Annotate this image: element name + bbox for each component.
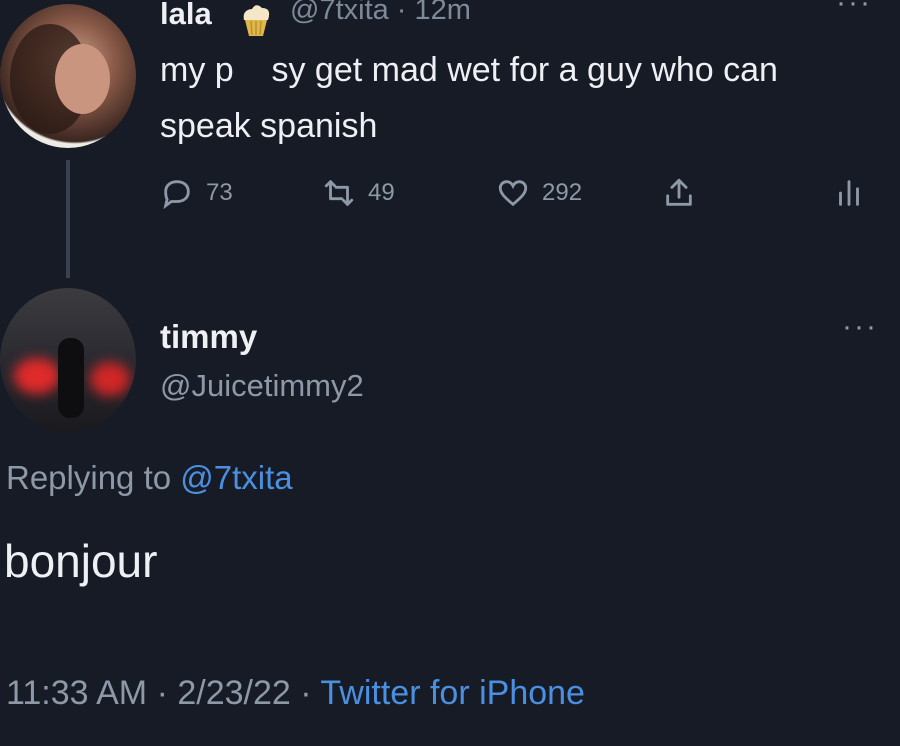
heart-icon [498,180,528,207]
avatar-silhouette [58,338,84,418]
share-icon [666,178,692,206]
reply-display-name[interactable]: timmy [160,318,257,356]
display-name[interactable]: lala [160,0,212,32]
tweet-text: my p sy get mad wet for a guy who can sp… [160,51,788,145]
source-link[interactable]: Twitter for iPhone [320,674,585,712]
like-count: 292 [542,179,583,206]
thread-connector-line [66,160,70,278]
retweet-button[interactable]: 49 [322,176,395,210]
share-button[interactable] [662,176,696,210]
reply-handle[interactable]: @Juicetimmy2 [160,368,364,404]
timestamp[interactable]: 11:33 AM · 2/23/22 · [6,674,320,712]
analytics-button[interactable] [832,176,866,210]
analytics-icon [839,180,859,206]
avatar-face [55,44,110,114]
cupcake-icon [243,5,270,36]
retweet-icon [324,180,354,206]
reply-button[interactable]: 73 [160,176,233,210]
more-options-icon[interactable]: ··· [836,0,872,20]
more-options-icon[interactable]: ··· [842,310,878,344]
reply-count: 73 [206,179,233,206]
tweet-metadata: 11:33 AM · 2/23/22 · Twitter for iPhone [6,674,585,713]
handle-and-time[interactable]: @7txita · 12m [290,0,471,27]
reply-text: bonjour [4,535,158,587]
retweet-count: 49 [368,179,395,206]
replying-label: Replying to [6,459,181,496]
avatar-lala[interactable] [0,4,136,148]
replying-mention-link[interactable]: @7txita [180,459,292,496]
avatar-red-light [14,358,60,394]
replying-to: Replying to @7txita [6,459,293,497]
avatar-red-light [90,362,130,396]
reply-icon [163,180,190,210]
avatar-timmy[interactable] [0,288,136,432]
like-button[interactable]: 292 [496,176,582,210]
